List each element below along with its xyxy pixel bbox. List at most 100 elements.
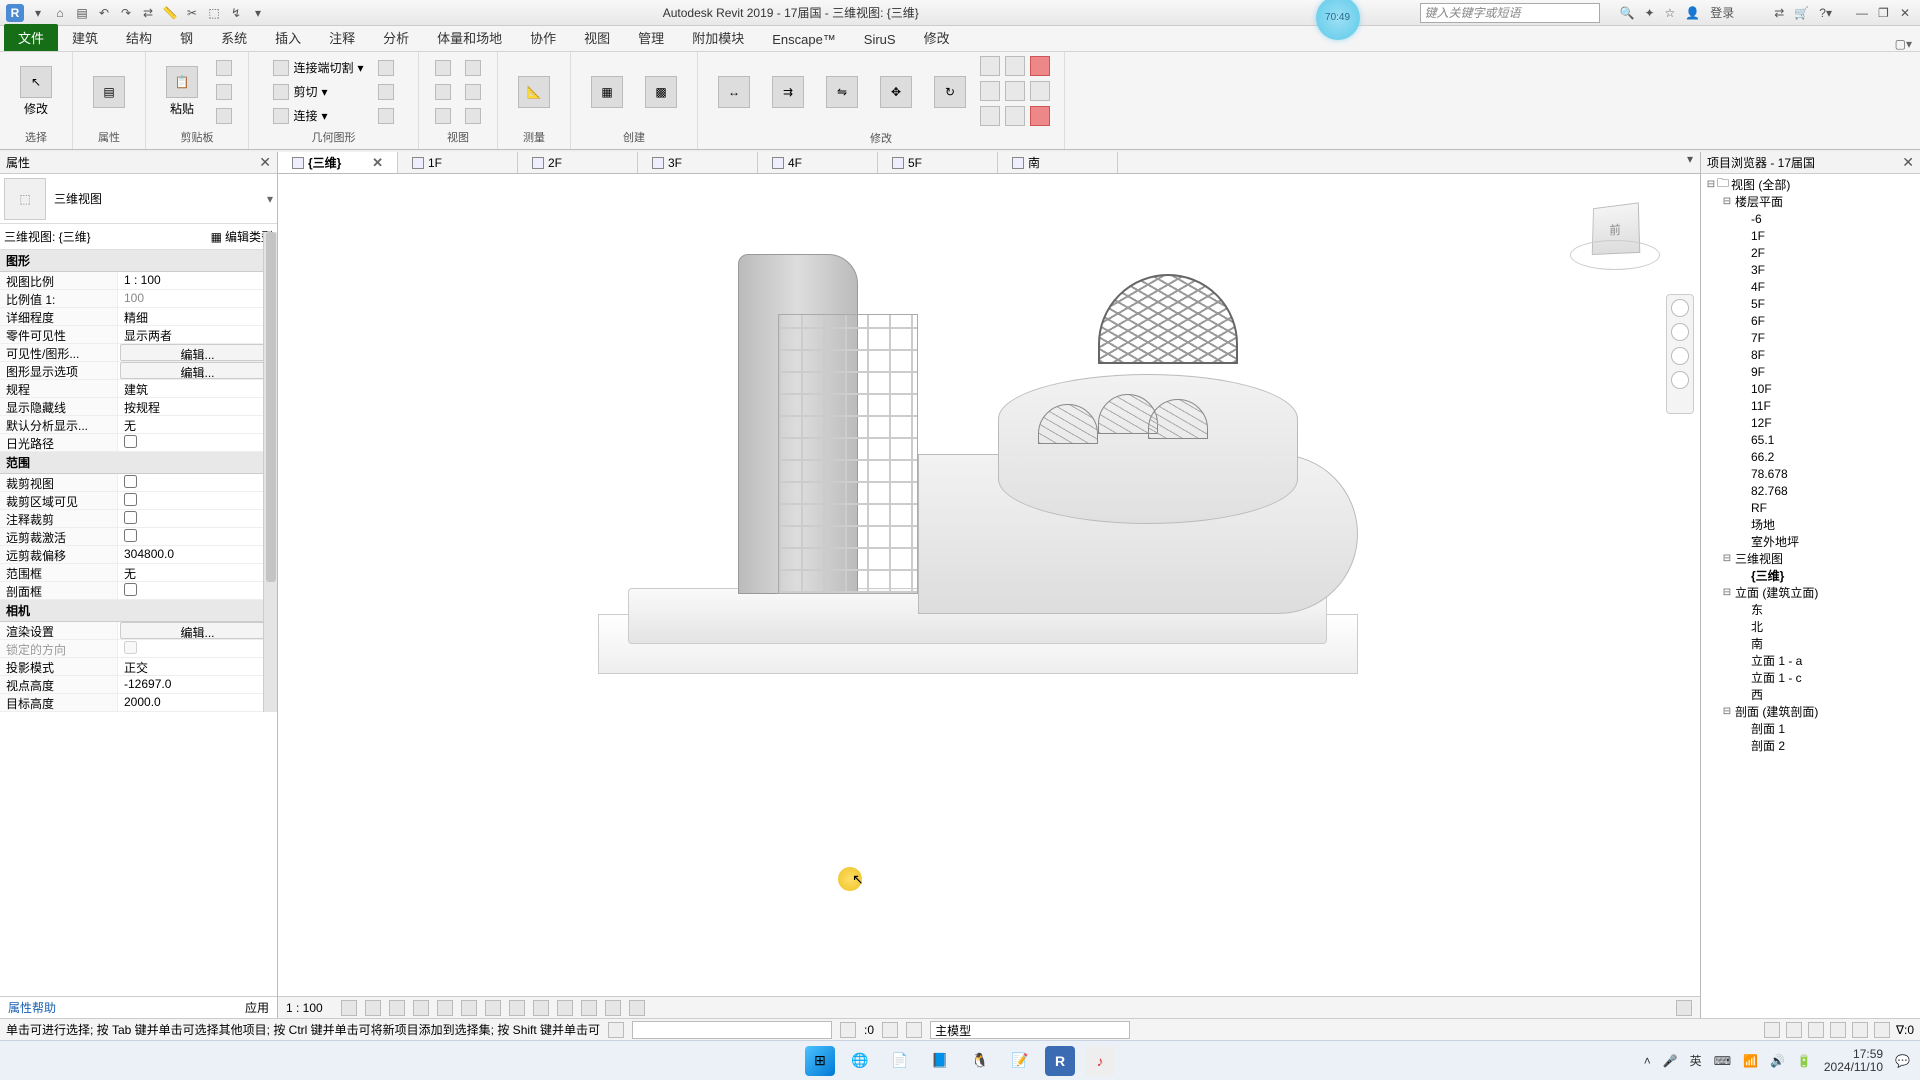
mg3-icon[interactable] bbox=[1030, 56, 1050, 76]
crop-region-icon[interactable] bbox=[485, 1000, 501, 1016]
tree-level-item[interactable]: 4F bbox=[1701, 278, 1920, 295]
tree-elevations[interactable]: ⊟立面 (建筑立面) bbox=[1701, 584, 1920, 601]
tray-keyboard-icon[interactable]: ⌨ bbox=[1714, 1054, 1731, 1068]
view-tab-3f[interactable]: 3F bbox=[638, 152, 758, 173]
offset-button[interactable]: ⇉ bbox=[764, 57, 812, 127]
v2-button[interactable] bbox=[461, 82, 485, 102]
qat-home-icon[interactable]: ⌂ bbox=[52, 5, 68, 21]
properties-header[interactable]: 属性 ✕ bbox=[0, 152, 277, 174]
create-button[interactable]: ▦ bbox=[583, 57, 631, 127]
view-tab-3d-close-icon[interactable]: ✕ bbox=[372, 155, 383, 171]
ime-lang[interactable]: 英 bbox=[1690, 1052, 1702, 1069]
tree-level-item[interactable]: 66.2 bbox=[1701, 448, 1920, 465]
tree-elevation-item[interactable]: 立面 1 - c bbox=[1701, 669, 1920, 686]
tree-level-item[interactable]: -6 bbox=[1701, 210, 1920, 227]
cope-button[interactable]: 连接端切割▾ bbox=[269, 58, 367, 78]
deactivate-button[interactable] bbox=[431, 82, 455, 102]
row-secbox-check[interactable] bbox=[118, 582, 277, 599]
properties-scrollbar[interactable] bbox=[263, 232, 277, 712]
start-button[interactable]: ⊞ bbox=[805, 1046, 835, 1076]
expand-icon[interactable]: ⊟ bbox=[1705, 179, 1717, 190]
tree-level-item[interactable]: 2F bbox=[1701, 244, 1920, 261]
tray-volume-icon[interactable]: 🔊 bbox=[1770, 1054, 1785, 1068]
tab-modify[interactable]: 修改 bbox=[910, 24, 964, 51]
search-icon[interactable]: 🔍 bbox=[1620, 6, 1635, 20]
cat-extents[interactable]: 范围 bbox=[0, 452, 277, 474]
tab-enscape[interactable]: Enscape™ bbox=[758, 28, 850, 51]
highlight-icon[interactable] bbox=[629, 1000, 645, 1016]
detail-level-icon[interactable] bbox=[341, 1000, 357, 1016]
row-sun-check[interactable] bbox=[118, 434, 277, 451]
tree-elevation-item[interactable]: 西 bbox=[1701, 686, 1920, 703]
measure-button[interactable]: 📐 bbox=[510, 57, 558, 127]
join-button[interactable]: 连接▾ bbox=[269, 106, 367, 126]
qat-switch-icon[interactable]: ↯ bbox=[228, 5, 244, 21]
mg5-icon[interactable] bbox=[1005, 81, 1025, 101]
create2-button[interactable]: ▩ bbox=[637, 57, 685, 127]
tree-level-item[interactable]: 7F bbox=[1701, 329, 1920, 346]
tree-section-item[interactable]: 剖面 1 bbox=[1701, 720, 1920, 737]
tree-section-item[interactable]: 剖面 2 bbox=[1701, 737, 1920, 754]
properties-apply-button[interactable]: 应用 bbox=[245, 999, 269, 1016]
row-target-value[interactable]: 2000.0 bbox=[118, 694, 277, 711]
lock-icon[interactable] bbox=[509, 1000, 525, 1016]
worksharing-icon[interactable] bbox=[1676, 1000, 1692, 1016]
delete-icon[interactable] bbox=[1030, 106, 1050, 126]
exchange-icon[interactable]: ⇄ bbox=[1774, 6, 1784, 20]
nav-zoom-icon[interactable] bbox=[1671, 347, 1689, 365]
mg7-icon[interactable] bbox=[980, 106, 1000, 126]
row-cropv-check[interactable] bbox=[118, 474, 277, 491]
tree-floorplans[interactable]: ⊟楼层平面 bbox=[1701, 193, 1920, 210]
status-editable-icon[interactable] bbox=[882, 1022, 898, 1038]
sel-pinned-icon[interactable] bbox=[1808, 1022, 1824, 1038]
tree-root[interactable]: ⊟🗀视图 (全部) bbox=[1701, 176, 1920, 193]
render-icon[interactable] bbox=[437, 1000, 453, 1016]
tree-level-item[interactable]: 78.678 bbox=[1701, 465, 1920, 482]
tree-elevation-item[interactable]: 北 bbox=[1701, 618, 1920, 635]
status-design-icon[interactable] bbox=[906, 1022, 922, 1038]
tray-chevron-icon[interactable]: ˄ bbox=[1644, 1054, 1651, 1068]
visual-style-icon[interactable] bbox=[365, 1000, 381, 1016]
project-browser-header[interactable]: 项目浏览器 - 17届国 ✕ bbox=[1701, 152, 1920, 174]
tab-steel[interactable]: 钢 bbox=[166, 24, 207, 51]
help-icon[interactable]: ?▾ bbox=[1819, 6, 1832, 20]
tree-level-item[interactable]: 9F bbox=[1701, 363, 1920, 380]
tab-sirus[interactable]: SiruS bbox=[850, 28, 910, 51]
tree-level-item[interactable]: 65.1 bbox=[1701, 431, 1920, 448]
view-tab-5f[interactable]: 5F bbox=[878, 152, 998, 173]
tree-level-item[interactable]: 5F bbox=[1701, 295, 1920, 312]
edge-icon[interactable]: 🌐 bbox=[845, 1046, 875, 1076]
app-icon-2[interactable]: 📘 bbox=[925, 1046, 955, 1076]
qat-save-icon[interactable]: ▤ bbox=[74, 5, 90, 21]
view-tab-overflow-icon[interactable]: ▾ bbox=[1680, 152, 1700, 173]
tree-level-item[interactable]: 8F bbox=[1701, 346, 1920, 363]
tree-sections[interactable]: ⊟剖面 (建筑剖面) bbox=[1701, 703, 1920, 720]
expand-icon[interactable]: ⊟ bbox=[1721, 553, 1733, 564]
tab-addins[interactable]: 附加模块 bbox=[678, 24, 758, 51]
tab-collab[interactable]: 协作 bbox=[516, 24, 570, 51]
row-hidden-value[interactable]: 按规程 bbox=[118, 398, 277, 415]
tray-mic-icon[interactable]: 🎤 bbox=[1663, 1054, 1678, 1068]
project-browser-close-icon[interactable]: ✕ bbox=[1902, 154, 1914, 171]
tray-battery-icon[interactable]: 🔋 bbox=[1797, 1054, 1812, 1068]
sun-path-icon[interactable] bbox=[389, 1000, 405, 1016]
row-vg-button[interactable]: 编辑... bbox=[120, 344, 275, 361]
tray-wifi-icon[interactable]: 📶 bbox=[1743, 1054, 1758, 1068]
expand-icon[interactable]: ⊟ bbox=[1721, 587, 1733, 598]
qq-icon[interactable]: 🐧 bbox=[965, 1046, 995, 1076]
tree-3d-current[interactable]: {三维} bbox=[1701, 567, 1920, 584]
qat-section-icon[interactable]: ✂ bbox=[184, 5, 200, 21]
row-detail-value[interactable]: 精细 bbox=[118, 308, 277, 325]
close-button[interactable]: ✕ bbox=[1900, 6, 1914, 20]
row-parts-value[interactable]: 显示两者 bbox=[118, 326, 277, 343]
tree-level-item[interactable]: 12F bbox=[1701, 414, 1920, 431]
tab-analyze[interactable]: 分析 bbox=[369, 24, 423, 51]
paste-button[interactable]: 📋粘贴 bbox=[158, 57, 206, 127]
tree-3dviews[interactable]: ⊟三维视图 bbox=[1701, 550, 1920, 567]
status-worksets-icon[interactable] bbox=[608, 1022, 624, 1038]
tree-level-item[interactable]: 室外地坪 bbox=[1701, 533, 1920, 550]
tab-view[interactable]: 视图 bbox=[570, 24, 624, 51]
tree-level-item[interactable]: 6F bbox=[1701, 312, 1920, 329]
row-faroff-value[interactable]: 304800.0 bbox=[118, 546, 277, 563]
tree-level-item[interactable]: 82.768 bbox=[1701, 482, 1920, 499]
